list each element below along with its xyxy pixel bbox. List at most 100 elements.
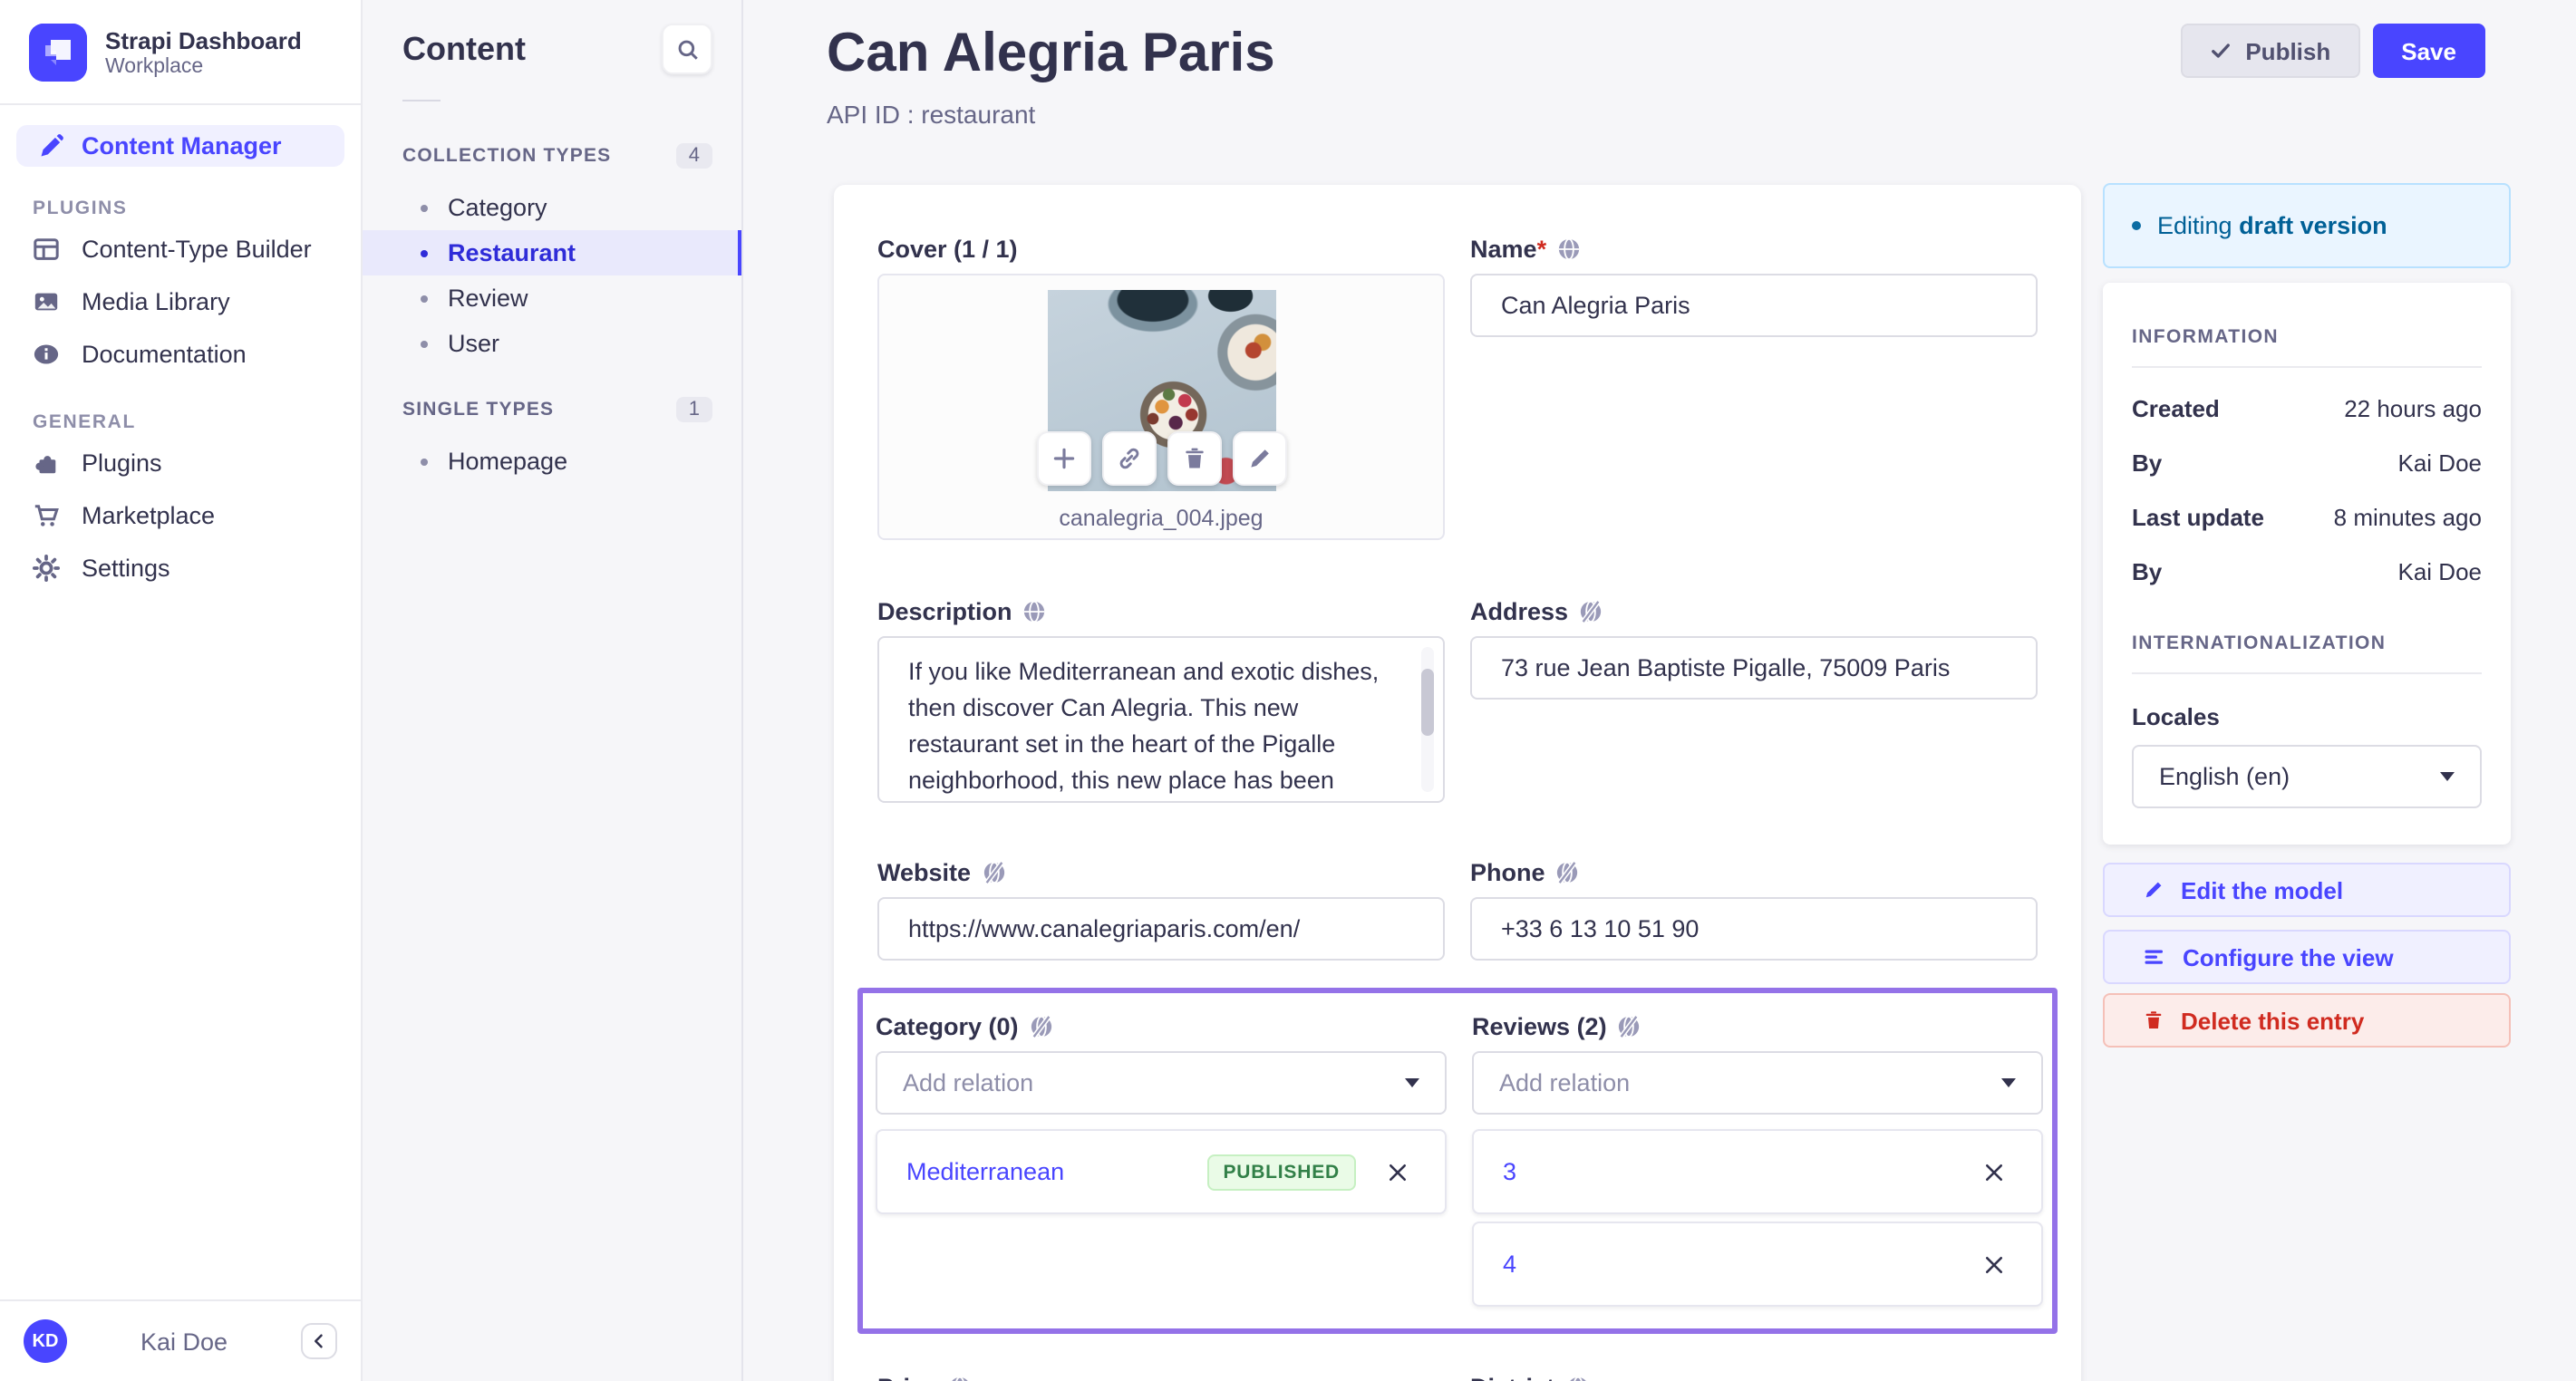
avatar[interactable]: KD bbox=[24, 1319, 67, 1363]
relation-link[interactable]: Mediterranean bbox=[906, 1158, 1064, 1185]
info-row-last-update: Last update 8 minutes ago bbox=[2132, 504, 2482, 531]
sidebar-item-label: Marketplace bbox=[82, 502, 216, 529]
website-label: Website bbox=[877, 859, 972, 886]
description-scrollbar[interactable] bbox=[1421, 669, 1434, 736]
main-area: Can Alegria Paris API ID : restaurant Pu… bbox=[743, 0, 2576, 1381]
edit-form-card: Cover (1 / 1) canalegria_004.jpeg Name* … bbox=[834, 185, 2081, 1381]
single-types-header: SINGLE TYPES bbox=[402, 399, 555, 420]
sidebar-item-label: Content-Type Builder bbox=[82, 236, 312, 263]
search-icon bbox=[677, 39, 697, 59]
plus-icon bbox=[1052, 448, 1074, 469]
subnav-item-homepage[interactable]: Homepage bbox=[363, 439, 741, 484]
chevron-left-icon bbox=[315, 1334, 323, 1348]
review-relation-card: 3 bbox=[1472, 1129, 2043, 1214]
subnav-item-restaurant[interactable]: Restaurant bbox=[363, 230, 741, 275]
main-navigation: Strapi Dashboard Workplace Content Manag… bbox=[0, 0, 363, 1381]
sidebar-item-label: Documentation bbox=[82, 341, 247, 368]
publish-button[interactable]: Publish bbox=[2180, 24, 2360, 78]
nav-section-general: GENERAL bbox=[33, 411, 136, 433]
sidebar-item-settings[interactable]: Settings bbox=[0, 542, 361, 594]
price-field: Price Regular bbox=[877, 1374, 1445, 1381]
sidebar-item-content-manager[interactable]: Content Manager bbox=[16, 125, 344, 167]
sidebar-item-content-type-builder[interactable]: Content-Type Builder bbox=[0, 223, 361, 275]
edit-media-button[interactable] bbox=[1232, 431, 1286, 486]
configure-view-button[interactable]: Configure the view bbox=[2103, 930, 2511, 984]
subnav-title: Content bbox=[402, 30, 526, 66]
trash-icon bbox=[2145, 1011, 2162, 1029]
subnav-item-user[interactable]: User bbox=[363, 321, 741, 366]
sidebar-item-label: Settings bbox=[82, 555, 170, 582]
single-types-count: 1 bbox=[675, 397, 712, 422]
globe-slash-icon bbox=[1580, 600, 1602, 623]
category-add-relation-select[interactable]: Add relation bbox=[876, 1051, 1447, 1115]
reviews-add-relation-select[interactable]: Add relation bbox=[1472, 1051, 2043, 1115]
remove-relation-button[interactable] bbox=[1380, 1154, 1416, 1190]
cover-dropzone[interactable]: canalegria_004.jpeg bbox=[877, 274, 1445, 540]
entry-side-panel: Editing draft version INFORMATION Create… bbox=[2103, 183, 2511, 1048]
sidebar-item-label: Content Manager bbox=[82, 132, 282, 159]
cover-image bbox=[1036, 290, 1286, 491]
relation-link[interactable]: 4 bbox=[1503, 1251, 1516, 1278]
relation-link[interactable]: 3 bbox=[1503, 1158, 1516, 1185]
sidebar-item-label: Media Library bbox=[82, 288, 230, 315]
save-button[interactable]: Save bbox=[2372, 24, 2485, 78]
review-relation-card: 4 bbox=[1472, 1222, 2043, 1307]
grid-icon bbox=[33, 236, 60, 263]
subnav-item-review[interactable]: Review bbox=[363, 275, 741, 321]
globe-icon bbox=[952, 1376, 968, 1381]
divider bbox=[402, 100, 441, 101]
link-icon bbox=[1119, 448, 1138, 469]
internationalization-header: INTERNATIONALIZATION bbox=[2132, 633, 2387, 654]
scrollbar-track bbox=[1421, 647, 1434, 792]
app-title: Strapi Dashboard bbox=[105, 27, 302, 54]
address-label: Address bbox=[1470, 598, 1569, 625]
status-badge: PUBLISHED bbox=[1206, 1154, 1356, 1190]
strapi-logo-icon bbox=[29, 24, 87, 82]
globe-slash-icon bbox=[1557, 861, 1578, 884]
info-row-created-by: By Kai Doe bbox=[2132, 449, 2482, 477]
info-row-updated-by: By Kai Doe bbox=[2132, 558, 2482, 585]
sidebar-item-marketplace[interactable]: Marketplace bbox=[0, 489, 361, 542]
status-dot-icon bbox=[2132, 221, 2141, 230]
price-label: Price bbox=[877, 1374, 937, 1381]
website-input[interactable] bbox=[877, 897, 1445, 961]
address-input[interactable] bbox=[1470, 636, 2038, 700]
edit-model-button[interactable]: Edit the model bbox=[2103, 863, 2511, 917]
subnav-item-category[interactable]: Category bbox=[363, 185, 741, 230]
pencil-icon bbox=[2145, 882, 2162, 898]
cover-filename: canalegria_004.jpeg bbox=[1059, 506, 1264, 531]
district-label: District bbox=[1470, 1374, 1554, 1381]
delete-media-button[interactable] bbox=[1167, 431, 1221, 486]
copy-link-button[interactable] bbox=[1101, 431, 1156, 486]
chevron-down-icon bbox=[1405, 1078, 1419, 1087]
chevron-down-icon bbox=[2001, 1078, 2016, 1087]
lines-icon bbox=[2145, 950, 2163, 964]
remove-relation-button[interactable] bbox=[1976, 1246, 2012, 1282]
phone-label: Phone bbox=[1470, 859, 1545, 886]
sidebar-item-media-library[interactable]: Media Library bbox=[0, 275, 361, 328]
search-button[interactable] bbox=[662, 24, 712, 74]
user-name: Kai Doe bbox=[140, 1328, 228, 1355]
phone-field: Phone bbox=[1470, 859, 2038, 961]
pencil-icon bbox=[1250, 449, 1268, 468]
globe-slash-icon bbox=[1031, 1015, 1051, 1038]
add-media-button[interactable] bbox=[1036, 431, 1090, 486]
puzzle-icon bbox=[33, 449, 60, 477]
pen-icon bbox=[38, 133, 63, 159]
description-textarea[interactable]: If you like Mediterranean and exotic dis… bbox=[877, 636, 1445, 803]
remove-relation-button[interactable] bbox=[1976, 1154, 2012, 1190]
category-field: Category (0) Add relation Mediterranean … bbox=[876, 1013, 1447, 1307]
sidebar-item-documentation[interactable]: Documentation bbox=[0, 328, 361, 381]
delete-entry-button[interactable]: Delete this entry bbox=[2103, 993, 2511, 1048]
name-input[interactable] bbox=[1470, 274, 2038, 337]
brand[interactable]: Strapi Dashboard Workplace bbox=[0, 0, 361, 103]
phone-input[interactable] bbox=[1470, 897, 2038, 961]
check-icon bbox=[2211, 43, 2230, 58]
category-relation-card: Mediterranean PUBLISHED bbox=[876, 1129, 1447, 1214]
sidebar-item-plugins[interactable]: Plugins bbox=[0, 437, 361, 489]
locale-select[interactable]: English (en) bbox=[2132, 745, 2482, 808]
description-label: Description bbox=[877, 598, 1012, 625]
divider bbox=[2132, 672, 2482, 674]
collapse-sidebar-button[interactable] bbox=[301, 1323, 337, 1359]
strapi-app: Strapi Dashboard Workplace Content Manag… bbox=[0, 0, 2576, 1381]
